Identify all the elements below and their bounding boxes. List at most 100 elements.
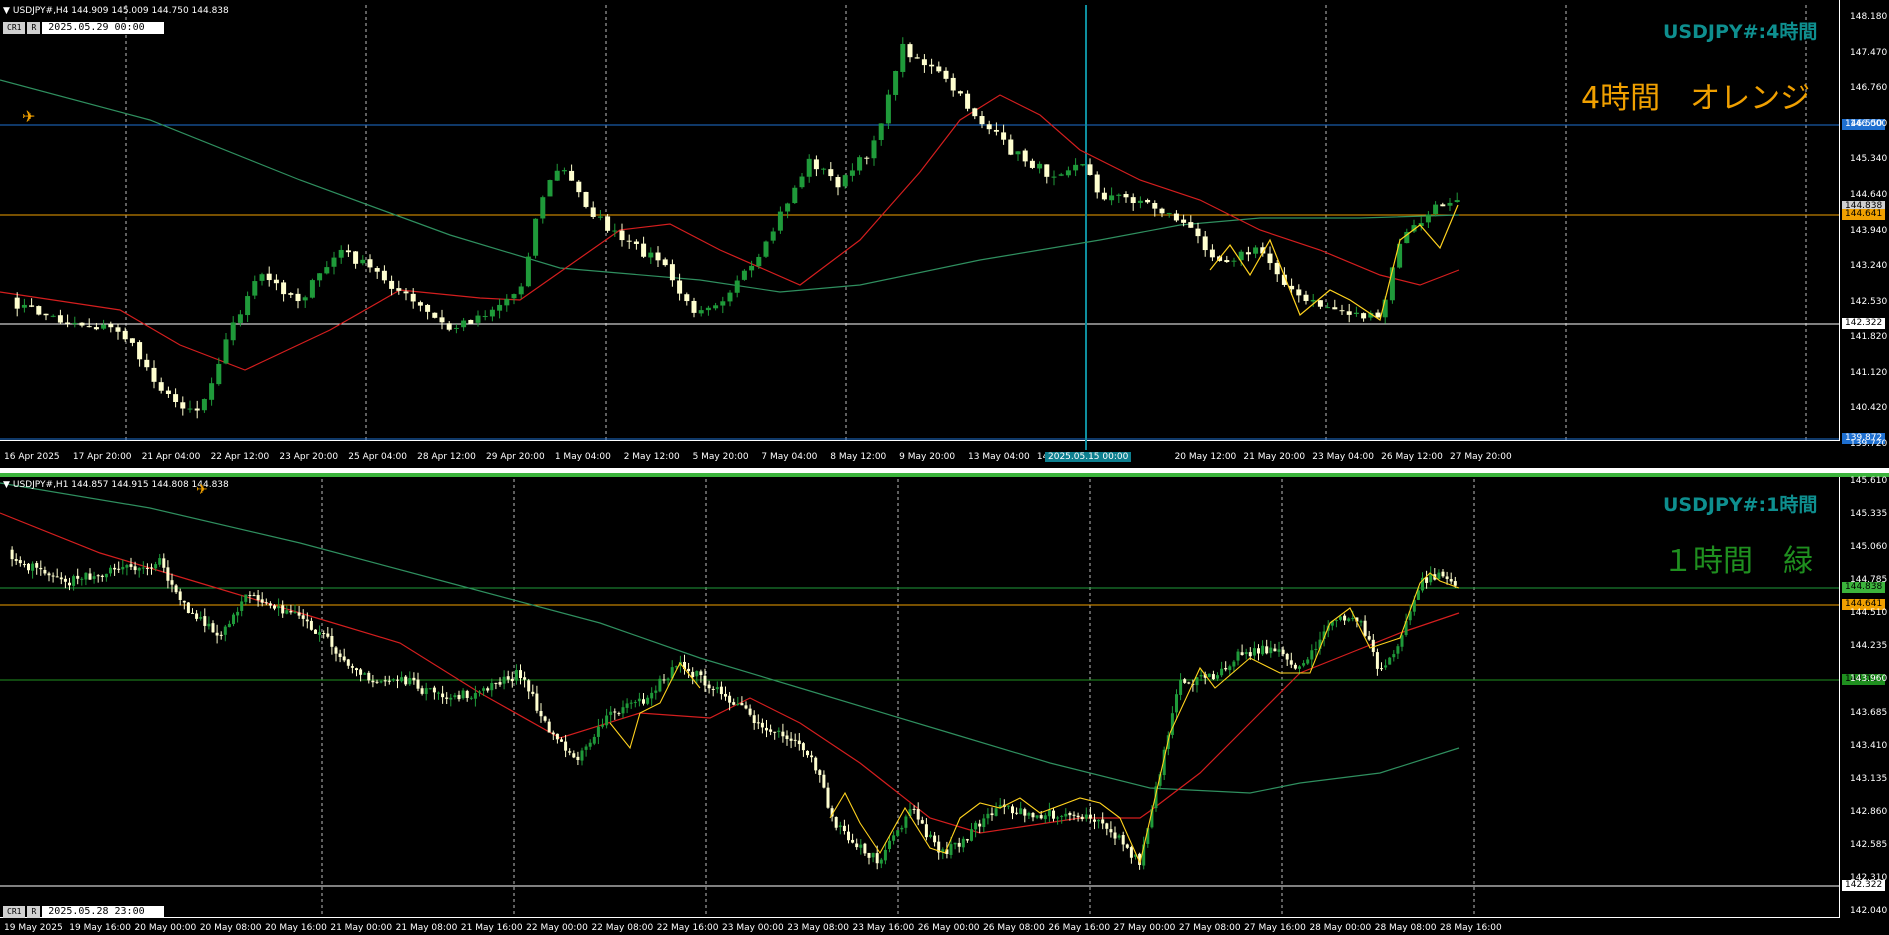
r-tag[interactable]: R xyxy=(27,22,41,34)
h4-candle xyxy=(389,280,395,289)
collapse-triangle-icon[interactable]: ▼ xyxy=(3,480,10,490)
h4-candle xyxy=(979,116,985,125)
h4-candle xyxy=(1253,247,1259,254)
h1-candle xyxy=(539,711,543,717)
h1-candle xyxy=(658,678,662,692)
h1-candle xyxy=(490,683,494,691)
h4-time-tick: 23 May 04:00 xyxy=(1312,452,1374,462)
h1-time-tick: 19 May 16:00 xyxy=(69,923,131,933)
h1-candle xyxy=(1302,663,1306,666)
h4-candle xyxy=(1123,194,1129,198)
h1-time-tick: 27 May 16:00 xyxy=(1244,923,1306,933)
h1-candle xyxy=(982,818,986,828)
h1-candle xyxy=(252,595,256,597)
h1-candle xyxy=(621,707,625,714)
h4-candle xyxy=(396,288,402,291)
h4-candle xyxy=(432,312,438,318)
h4-candle xyxy=(1051,176,1057,178)
h1-candle xyxy=(576,756,580,761)
h1-price-tick: 145.335 xyxy=(1850,509,1888,520)
h1-candle xyxy=(1367,636,1371,640)
h1-candle xyxy=(1371,639,1375,652)
h1-candle xyxy=(724,693,727,697)
h1-candle xyxy=(1429,574,1433,583)
h4-candle xyxy=(1296,289,1302,296)
h1-chart-canvas[interactable] xyxy=(0,473,1889,935)
h4-candle xyxy=(165,390,171,394)
h1-candle xyxy=(1339,616,1342,620)
h4-time-tick: 21 May 20:00 xyxy=(1243,452,1306,462)
h4-candle xyxy=(281,282,287,295)
h4-candle xyxy=(677,280,683,294)
h4-price-tick: 147.470 xyxy=(1850,47,1888,58)
h1-candle xyxy=(572,753,576,758)
h1-candle xyxy=(1080,816,1084,820)
h4-candle xyxy=(209,383,215,400)
h1-candle xyxy=(1064,813,1068,817)
h4-candle xyxy=(1274,262,1280,275)
h1-price-tick: 143.410 xyxy=(1850,740,1888,751)
h4-time-tick: 8 May 12:00 xyxy=(830,452,887,462)
h1-candle xyxy=(63,578,67,582)
h1-candle xyxy=(994,808,998,816)
h4-date-field[interactable]: 2025.05.29 00:00 xyxy=(42,22,165,34)
h1-candle xyxy=(117,568,121,570)
h1-candle xyxy=(104,573,108,578)
h4-candle xyxy=(439,317,445,323)
h4-candle xyxy=(86,326,92,328)
h1-time-tick: 23 May 16:00 xyxy=(852,923,915,933)
h1-date-field[interactable]: 2025.05.28 23:00 xyxy=(42,906,165,918)
h4-time-highlight: 2025.05.15 00:00 xyxy=(1045,452,1132,462)
h1-price-tick: 143.135 xyxy=(1850,773,1888,784)
h1-candle xyxy=(867,852,871,858)
h1-candle xyxy=(1453,581,1457,586)
h4-candle xyxy=(360,259,366,264)
h4-candle xyxy=(900,43,906,72)
h1-candle xyxy=(273,605,276,609)
cr-tag[interactable]: CR1 xyxy=(3,906,26,918)
cr-tag[interactable]: CR1 xyxy=(3,22,26,34)
h4-candle xyxy=(633,241,639,244)
h4-chart-pane[interactable]: ▼ USDJPY#,H4 144.909 145.009 144.750 144.… xyxy=(0,0,1889,468)
h4-candle xyxy=(1022,150,1028,162)
h1-candle xyxy=(1343,615,1347,621)
h1-candle xyxy=(1384,665,1388,668)
h4-candle xyxy=(893,71,899,95)
h1-candle xyxy=(896,830,900,836)
h1-chart-pane[interactable]: ▼ USDJPY#,H1 144.857 144.915 144.808 144.… xyxy=(0,473,1889,935)
h4-candle xyxy=(72,322,78,325)
h4-candle xyxy=(1080,164,1086,166)
r-tag[interactable]: R xyxy=(27,906,41,918)
h4-candle xyxy=(43,313,49,316)
h4-candle xyxy=(1188,222,1194,228)
h1-candle xyxy=(687,668,691,672)
h1-candle xyxy=(1183,679,1187,683)
h1-candle xyxy=(498,682,502,685)
h1-time-tick: 27 May 08:00 xyxy=(1178,923,1241,933)
h1-price-tick: 145.060 xyxy=(1850,542,1888,553)
h1-candle xyxy=(186,602,190,614)
h1-candle xyxy=(990,813,994,816)
collapse-triangle-icon[interactable]: ▼ xyxy=(3,6,10,16)
h1-candle xyxy=(818,770,822,775)
h4-candle xyxy=(93,327,99,330)
h4-candle xyxy=(1303,294,1309,301)
h1-candle xyxy=(1224,668,1228,670)
h4-candle xyxy=(533,218,539,256)
h1-candle xyxy=(965,839,969,841)
h4-candle xyxy=(367,259,373,268)
h1-candle xyxy=(449,697,453,700)
h4-chart-canvas[interactable] xyxy=(0,0,1889,468)
h4-candle xyxy=(194,408,200,411)
h1-candle xyxy=(691,671,695,678)
h1-candle xyxy=(174,585,178,593)
h4-axis-border xyxy=(1839,0,1840,440)
h1-candle xyxy=(666,678,670,680)
h1-candle xyxy=(1236,651,1240,661)
h4-time-tick: 22 Apr 12:00 xyxy=(210,452,270,462)
h4-candle xyxy=(1209,249,1215,258)
h4-candle xyxy=(461,320,467,328)
h4-candle xyxy=(1181,219,1187,223)
h4-candle xyxy=(569,170,575,181)
h4-candle xyxy=(943,70,949,79)
